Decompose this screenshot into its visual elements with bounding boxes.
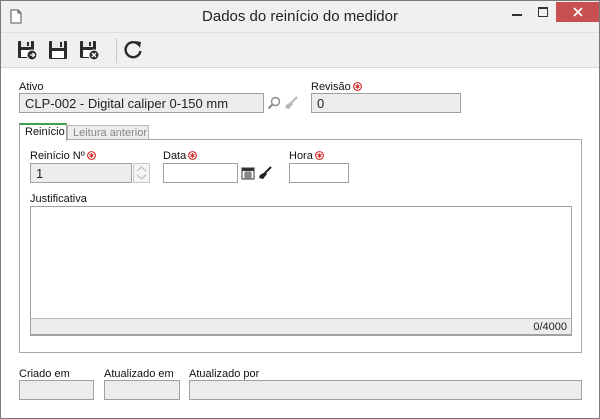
form-content: Ativo CLP-002 - Digital caliper 0-150 mm… <box>1 67 599 418</box>
toolbar-separator <box>116 38 117 63</box>
numero-label: Reinício Nº <box>30 150 96 162</box>
save-and-close-button[interactable] <box>76 38 102 62</box>
save-close-icon <box>80 41 100 61</box>
search-icon <box>267 96 281 110</box>
refresh-button[interactable] <box>120 38 146 62</box>
tab-reinicio[interactable]: Reinício <box>19 123 67 141</box>
save-and-new-button[interactable] <box>14 38 40 62</box>
data-label: Data <box>163 150 198 162</box>
hora-field[interactable] <box>289 163 349 183</box>
numero-spinner[interactable] <box>133 163 150 183</box>
atualizado-em-label: Atualizado em <box>104 368 174 380</box>
criado-em-label: Criado em <box>19 368 70 380</box>
revisao-field[interactable]: 0 <box>311 93 461 113</box>
data-field[interactable] <box>163 163 238 183</box>
numero-field[interactable]: 1 <box>30 163 132 183</box>
revisao-label: Revisão <box>311 81 362 93</box>
ativo-label: Ativo <box>19 81 44 93</box>
title-bar[interactable]: Dados do reinício do medidor <box>1 1 599 32</box>
calendar-button[interactable] <box>240 164 256 182</box>
close-button[interactable] <box>556 2 599 22</box>
calendar-icon <box>241 167 255 180</box>
justificativa-textarea[interactable] <box>30 206 572 336</box>
data-label-text: Data <box>163 150 187 162</box>
atualizado-em-field[interactable] <box>104 380 180 400</box>
atualizado-por-label: Atualizado por <box>189 368 260 380</box>
hora-label: Hora <box>289 150 324 162</box>
data-clear-button[interactable] <box>257 164 273 182</box>
criado-em-field[interactable] <box>19 380 94 400</box>
hora-label-text: Hora <box>289 150 313 162</box>
required-icon <box>86 151 96 160</box>
refresh-icon <box>124 40 142 59</box>
minimize-button[interactable] <box>504 2 530 22</box>
tab-leitura-anterior[interactable]: Leitura anterior <box>67 125 149 140</box>
maximize-button[interactable] <box>530 2 556 22</box>
numero-label-text: Reinício Nº <box>30 150 85 162</box>
minimize-icon <box>512 14 522 16</box>
revisao-label-text: Revisão <box>311 81 351 93</box>
eraser-icon <box>285 96 298 109</box>
ativo-field[interactable]: CLP-002 - Digital caliper 0-150 mm <box>19 93 264 113</box>
required-icon <box>314 151 324 160</box>
eraser-icon <box>259 166 272 179</box>
character-counter: 0/4000 <box>30 318 572 335</box>
save-button[interactable] <box>45 38 71 62</box>
ativo-search-button[interactable] <box>266 94 282 112</box>
close-icon <box>572 7 583 17</box>
spinner-arrows-icon <box>136 166 147 180</box>
justificativa-label: Justificativa <box>30 193 87 205</box>
atualizado-por-field[interactable] <box>189 380 582 400</box>
tab-panel-reinicio: Reinício Nº 1 Data Hora Justificativa 0/… <box>19 139 582 353</box>
save-icon <box>49 41 67 59</box>
ativo-clear-button[interactable] <box>283 94 299 112</box>
toolbar <box>1 32 599 67</box>
save-new-icon <box>18 41 38 61</box>
required-icon <box>352 82 362 91</box>
required-icon <box>188 151 198 160</box>
maximize-icon <box>538 7 548 17</box>
dialog-window: Dados do reinício do medidor Ativo CLP-0… <box>0 0 600 419</box>
